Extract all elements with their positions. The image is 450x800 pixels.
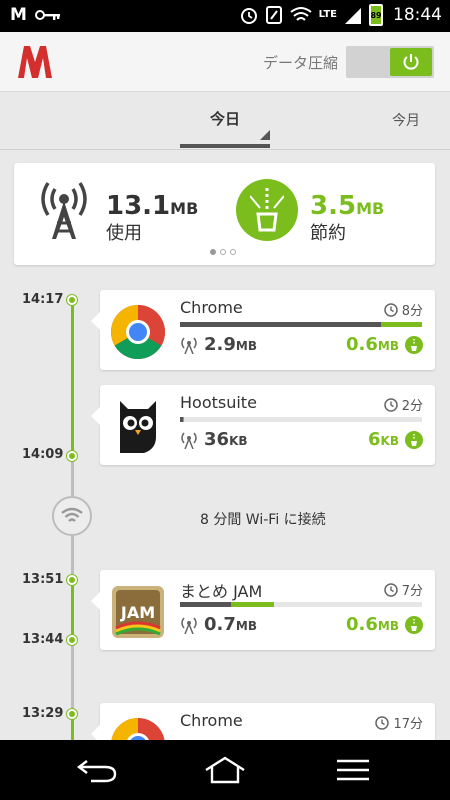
data-used: 2.9MB (180, 334, 257, 355)
home-icon (205, 756, 245, 784)
usage-bar-saved (182, 417, 184, 422)
app-name: まとめ JAM (180, 582, 263, 601)
antenna-small-icon (181, 617, 197, 634)
back-button[interactable] (72, 754, 122, 786)
timeline-segment-idle (71, 640, 74, 714)
tab-dropdown-indicator (260, 130, 270, 140)
menu-icon (337, 759, 369, 781)
wifi-marker (52, 496, 92, 536)
data-used: 0.7MB (180, 614, 257, 635)
wifi-connection-text: 8 分間 Wi-Fi に接続 (200, 512, 326, 528)
timeline-dot (67, 635, 77, 645)
wifi-status-icon (290, 7, 312, 21)
zip-small-icon (405, 615, 423, 634)
wifi-icon (61, 507, 83, 522)
usage-bar (180, 602, 422, 607)
m-notification-icon: M (10, 5, 27, 25)
summary-card[interactable]: 13.1MB 使用 3.5MB 節約 (14, 163, 435, 265)
usage-bar (180, 322, 422, 327)
tab-today[interactable]: 今日 (180, 108, 270, 129)
app-name: Hootsuite (180, 393, 257, 412)
page-indicator (210, 249, 236, 255)
hootsuite-icon (120, 401, 156, 453)
data-saved: 0.6MB (346, 614, 423, 635)
chrome-icon (110, 305, 166, 360)
used-total: 13.1MB (106, 191, 199, 221)
status-bar: M LTE 89 18:44 (0, 0, 450, 32)
data-saved: 0.6MB (346, 334, 423, 355)
timeline-dot (67, 709, 77, 719)
time-label: 13:44 (22, 632, 64, 647)
time-label: 13:29 (22, 706, 64, 721)
zip-small-icon (405, 335, 423, 354)
usage-duration: 7分 (383, 580, 423, 599)
antenna-icon (41, 182, 87, 239)
saved-label: 節約 (310, 223, 346, 244)
usage-bar (180, 417, 422, 422)
antenna-small-icon (181, 337, 197, 354)
nfc-icon (265, 6, 282, 24)
battery-icon: 89 (369, 4, 383, 26)
power-icon (403, 54, 419, 70)
used-label: 使用 (106, 223, 142, 244)
navigation-bar (0, 740, 450, 800)
app-name: Chrome (180, 298, 243, 317)
timeline-dot (67, 295, 77, 305)
time-label: 14:09 (22, 447, 64, 462)
clock-icon (383, 302, 398, 317)
usage-duration: 2分 (383, 395, 423, 414)
usage-duration: 17分 (375, 713, 423, 732)
saved-total: 3.5MB (310, 191, 385, 221)
opera-max-logo[interactable] (16, 44, 54, 80)
tab-month[interactable]: 今月 (392, 110, 420, 130)
usage-bar-saved (230, 602, 275, 607)
timeline-segment-active (71, 300, 74, 456)
clock: 18:44 (393, 5, 442, 25)
tab-indicator (180, 144, 270, 148)
clock-icon (375, 715, 390, 730)
page-dot (210, 249, 216, 255)
data-saved: 6KB (368, 429, 423, 450)
time-label: 13:51 (22, 572, 64, 587)
network-type-label: LTE (318, 9, 337, 20)
timeline-dot (67, 575, 77, 585)
svg-text:JAM: JAM (120, 603, 155, 622)
clock-icon (383, 582, 398, 597)
usage-duration: 8分 (383, 300, 423, 319)
home-button[interactable] (200, 754, 250, 786)
matome-jam-icon: JAM (112, 586, 164, 638)
compression-toggle[interactable] (346, 46, 434, 78)
key-icon (34, 10, 60, 20)
antenna-small-icon (181, 432, 197, 449)
compression-label: データ圧縮 (262, 54, 338, 72)
time-label: 14:17 (22, 292, 64, 307)
usage-bar-saved (380, 322, 422, 327)
toggle-knob (390, 48, 432, 76)
app-bar: データ圧縮 (0, 32, 450, 92)
alarm-icon (240, 8, 257, 24)
app-name: Chrome (180, 711, 243, 730)
clock-icon (383, 397, 398, 412)
period-tabs: 今日 今月 (0, 92, 450, 150)
usage-bar-used (180, 322, 381, 327)
timeline-segment-active (71, 580, 74, 640)
zip-icon (236, 179, 298, 241)
timeline-dot (67, 451, 77, 461)
usage-bar-used (180, 602, 231, 607)
menu-button[interactable] (328, 754, 378, 786)
back-icon (77, 760, 117, 783)
data-used: 36KB (180, 429, 248, 450)
app-usage-card[interactable]: Hootsuite 2分 36KB 6KB (91, 385, 435, 465)
signal-icon (345, 8, 361, 24)
page-dot (220, 249, 226, 255)
page-dot (230, 249, 236, 255)
zip-small-icon (405, 430, 423, 449)
app-usage-card[interactable]: Chrome 8分 2.9MB 0.6MB (91, 290, 435, 370)
app-usage-card[interactable]: JAM まとめ JAM 7分 0.7MB 0.6MB (91, 570, 435, 650)
